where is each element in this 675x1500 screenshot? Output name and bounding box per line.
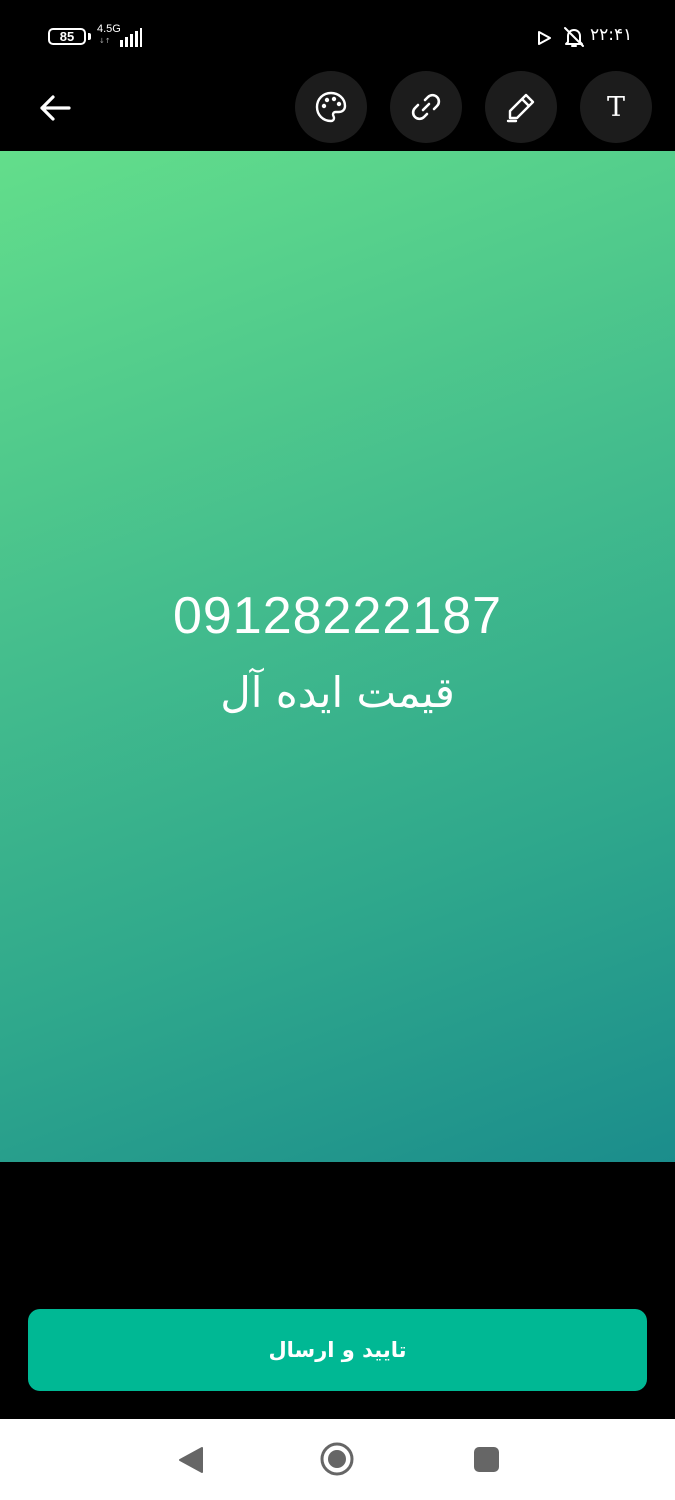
- confirm-and-send-button[interactable]: تایید و ارسال: [28, 1309, 647, 1391]
- battery-icon: 85: [48, 28, 86, 45]
- text-icon: T: [606, 91, 625, 123]
- nav-recents-icon[interactable]: [474, 1447, 499, 1472]
- back-button[interactable]: [30, 85, 80, 131]
- nav-back-icon[interactable]: [176, 1445, 204, 1475]
- nav-home-icon[interactable]: [319, 1441, 355, 1477]
- network-type: 4.5G: [97, 23, 121, 35]
- palette-icon: [315, 91, 347, 123]
- clock: ۲۲:۴۱: [590, 25, 633, 45]
- status-bar: 85 4.5G ↓↑ ۲۲:۴۱: [0, 0, 675, 72]
- signal-icon: [120, 28, 142, 47]
- story-canvas[interactable]: 09128222187 قیمت ایده آل: [0, 151, 675, 1162]
- bell-off-icon: [564, 27, 584, 47]
- pen-button[interactable]: [485, 71, 557, 143]
- story-phone-number[interactable]: 09128222187: [0, 581, 675, 651]
- battery-level: 85: [59, 29, 75, 44]
- confirm-and-send-label: تایید و ارسال: [268, 1338, 407, 1362]
- link-button[interactable]: [390, 71, 462, 143]
- network-arrows: ↓↑: [99, 37, 111, 45]
- text-button[interactable]: T: [580, 71, 652, 143]
- story-caption[interactable]: قیمت ایده آل: [0, 651, 675, 735]
- pen-icon: [506, 93, 535, 123]
- palette-button[interactable]: [295, 71, 367, 143]
- story-editor-screen: 85 4.5G ↓↑ ۲۲:۴۱ T 09128222187 قیمت ایده…: [0, 0, 675, 1500]
- story-text-block[interactable]: 09128222187 قیمت ایده آل: [0, 581, 675, 735]
- battery-tip: [88, 33, 91, 40]
- play-icon: [538, 31, 551, 45]
- system-nav-bar: [0, 1419, 675, 1500]
- link-icon: [411, 93, 441, 121]
- arrow-left-icon: [40, 95, 71, 121]
